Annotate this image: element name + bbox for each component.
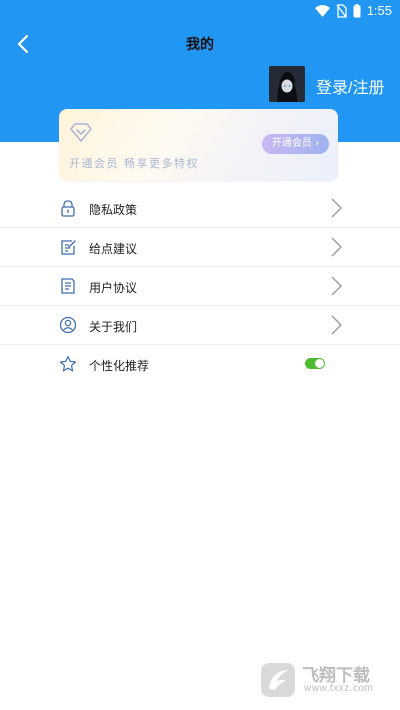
wifi-icon (314, 4, 330, 17)
status-bar: 1:55 (0, 0, 400, 22)
menu-item-label: 个性化推荐 (89, 359, 150, 373)
watermark-url: www.fxxz.com (304, 683, 374, 694)
battery-icon (353, 3, 361, 17)
page-title: 我的 (186, 36, 214, 52)
personalized-recommendation-toggle[interactable] (305, 358, 325, 369)
star-icon (59, 355, 77, 372)
edit-note-icon (61, 240, 76, 255)
menu-item-label: 给点建议 (89, 242, 138, 256)
menu-item-privacy-policy[interactable]: 隐私政策 (0, 189, 400, 228)
menu-item-feedback[interactable]: 给点建议 (0, 228, 400, 267)
avatar-image (269, 66, 305, 102)
chevron-right-icon: › (315, 138, 320, 149)
chevron-right-icon (331, 237, 342, 257)
menu-item-user-agreement[interactable]: 用户协议 (0, 267, 400, 306)
vip-open-button[interactable]: 开通会员 › (262, 134, 329, 154)
lock-icon (61, 200, 75, 217)
settings-menu: 隐私政策 给点建议 用户协议 关于我们 个性化推荐 (0, 189, 400, 383)
avatar[interactable] (269, 66, 305, 102)
status-time: 1:55 (366, 3, 392, 18)
user-circle-icon (59, 316, 77, 334)
vip-promo-text: 开通会员 畅享更多特权 (69, 157, 199, 170)
status-icons: 1:55 (314, 3, 392, 18)
login-register-link[interactable]: 登录/注册 (316, 74, 384, 98)
chevron-right-icon (331, 276, 342, 296)
chevron-right-icon (331, 198, 342, 218)
vip-open-button-label: 开通会员 (271, 138, 312, 149)
menu-item-label: 关于我们 (89, 320, 138, 334)
menu-item-personalized-recommendation: 个性化推荐 (0, 345, 400, 383)
watermark-logo-icon (261, 663, 295, 697)
diamond-icon (70, 123, 92, 142)
toggle-knob (315, 359, 324, 368)
menu-item-label: 用户协议 (89, 281, 138, 295)
menu-item-label: 隐私政策 (89, 203, 138, 217)
chevron-right-icon (331, 315, 342, 335)
no-sim-icon (336, 3, 347, 18)
watermark: 飞翔下载 www.fxxz.com (258, 659, 392, 701)
logo-mark (269, 670, 288, 690)
document-icon (61, 278, 75, 294)
menu-item-about-us[interactable]: 关于我们 (0, 306, 400, 345)
vip-card[interactable]: 开通会员 畅享更多特权 开通会员 › (59, 109, 338, 181)
